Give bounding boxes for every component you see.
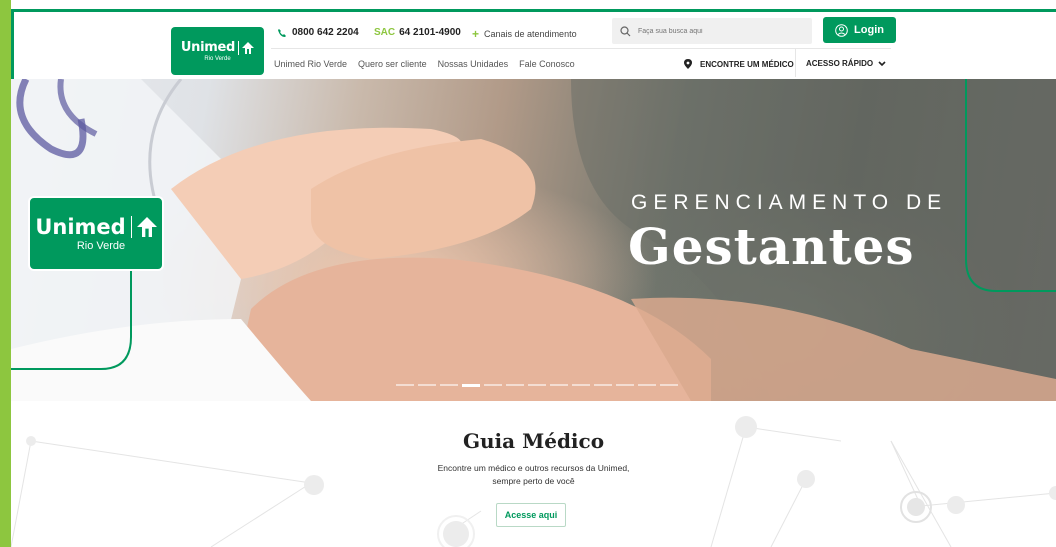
guia-description: Encontre um médico e outros recursos da … (11, 462, 1056, 488)
main-nav: Unimed Rio Verde Quero ser cliente Nossa… (274, 59, 575, 69)
login-label: Login (854, 24, 884, 36)
logo-wordmark: Unimed (180, 40, 236, 55)
carousel-dot[interactable] (528, 384, 546, 386)
carousel-dot[interactable] (440, 384, 458, 386)
carousel-dot[interactable] (550, 384, 568, 386)
hero-subtitle: GERENCIAMENTO DE (631, 191, 948, 214)
chevron-down-icon (878, 60, 886, 66)
nav-item-nossas-unidades[interactable]: Nossas Unidades (438, 59, 509, 69)
phone-icon (278, 28, 286, 37)
search-input[interactable] (638, 27, 803, 35)
search-box[interactable] (612, 18, 812, 44)
login-button[interactable]: Login (823, 17, 896, 43)
logo-city: Rio Verde (204, 56, 231, 62)
carousel-dot[interactable] (660, 384, 678, 386)
header-logo[interactable]: Unimed Rio Verde (171, 27, 264, 75)
carousel-dot[interactable] (484, 384, 502, 386)
nav-separator (795, 49, 796, 77)
channels-link[interactable]: + Canais de atendimento (472, 27, 577, 41)
carousel-indicators (396, 384, 678, 387)
acesse-aqui-button[interactable]: Acesse aqui (496, 503, 566, 527)
find-doctor-label: ENCONTRE UM MÉDICO (700, 59, 794, 69)
nav-item-quero-ser-cliente[interactable]: Quero ser cliente (358, 59, 427, 69)
carousel-dot[interactable] (594, 384, 612, 386)
sac-label: SAC (374, 27, 396, 38)
hero-title: Gestantes (628, 217, 915, 276)
quick-access-menu[interactable]: ACESSO RÁPIDO (806, 59, 886, 68)
location-pin-icon (684, 59, 692, 69)
left-accent-bar (0, 0, 11, 547)
sac-link[interactable]: SAC 64 2101-4900 (374, 27, 461, 38)
quick-access-label: ACESSO RÁPIDO (806, 59, 874, 68)
carousel-dot[interactable] (418, 384, 436, 386)
guia-description-line-2: sempre perto de você (492, 476, 575, 486)
sac-number: 64 2101-4900 (399, 27, 461, 38)
unimed-tree-icon (136, 217, 157, 237)
nav-item-unimed-rio-verde[interactable]: Unimed Rio Verde (274, 59, 347, 69)
hero-banner[interactable]: Unimed Rio Verde GERENCIAMENTO DE Gestan… (11, 79, 1056, 401)
hero-logo: Unimed Rio Verde (28, 196, 164, 271)
hero-logo-wordmark: Unimed (35, 215, 126, 239)
carousel-dot[interactable] (506, 384, 524, 386)
carousel-dot[interactable] (638, 384, 656, 386)
find-doctor-link[interactable]: ENCONTRE UM MÉDICO (684, 59, 794, 69)
carousel-dot[interactable] (616, 384, 634, 386)
carousel-dot[interactable] (462, 384, 480, 387)
search-icon[interactable] (612, 25, 638, 37)
guia-title: Guia Médico (462, 429, 605, 453)
channels-label: Canais de atendimento (484, 29, 577, 39)
guia-description-line-1: Encontre um médico e outros recursos da … (437, 463, 630, 473)
user-icon (835, 23, 848, 37)
guia-medico-section: Guia Médico Encontre um médico e outros … (11, 401, 1056, 547)
carousel-dot[interactable] (396, 384, 414, 386)
phone-link[interactable]: 0800 642 2204 (277, 27, 359, 38)
carousel-dot[interactable] (572, 384, 590, 386)
phone-number: 0800 642 2204 (292, 27, 359, 38)
hero-logo-city: Rio Verde (76, 240, 126, 252)
plus-icon: + (472, 27, 480, 41)
nav-item-fale-conosco[interactable]: Fale Conosco (519, 59, 575, 69)
unimed-tree-icon (242, 41, 255, 54)
header-divider (271, 48, 891, 49)
